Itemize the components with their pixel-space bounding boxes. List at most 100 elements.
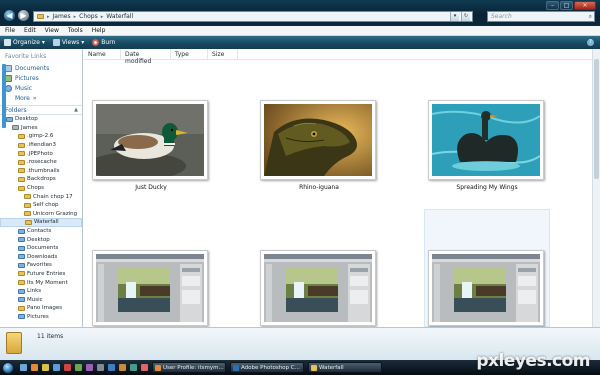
organize-button[interactable]: Organize ▾ xyxy=(4,39,45,46)
tree-item[interactable]: .rosecache xyxy=(0,158,82,167)
tree-item[interactable]: Contacts xyxy=(0,227,82,236)
media-icon[interactable] xyxy=(64,364,71,371)
file-thumbnail-spreading-my-wings[interactable] xyxy=(428,100,544,180)
menu-help[interactable]: Help xyxy=(92,27,106,34)
app-icon[interactable] xyxy=(97,364,104,371)
file-caption[interactable]: Just Ducky xyxy=(76,184,226,191)
tree-item[interactable]: Downloads xyxy=(0,253,82,262)
explorer-icon[interactable] xyxy=(42,364,49,371)
close-button[interactable]: ✕ xyxy=(574,1,596,10)
search-input[interactable]: Search ⌕ xyxy=(487,11,595,22)
internet-explorer-icon[interactable] xyxy=(53,364,60,371)
file-caption[interactable]: Spreading My Wings xyxy=(412,184,562,191)
tree-item[interactable]: Links xyxy=(0,287,82,296)
column-size[interactable]: Size xyxy=(208,49,238,59)
favorite-more[interactable]: More » xyxy=(0,93,82,103)
chevron-up-icon: ▲ xyxy=(74,107,78,113)
search-icon[interactable]: ⌕ xyxy=(589,12,592,21)
tree-item[interactable]: Pano Images xyxy=(0,304,82,313)
screenshot-image xyxy=(96,254,204,322)
taskbar-item-user-profile[interactable]: User Profile: itsmym... xyxy=(152,362,226,373)
folder-icon xyxy=(18,133,25,139)
taskbar-item-photoshop[interactable]: Adobe Photoshop C... xyxy=(230,362,304,373)
breadcrumb-waterfall[interactable]: Waterfall xyxy=(106,13,133,20)
chevron-right-icon: ▸ xyxy=(47,13,50,20)
favorite-pictures[interactable]: Pictures xyxy=(0,73,82,83)
tree-item[interactable]: Waterfall xyxy=(0,218,82,227)
menu-edit[interactable]: Edit xyxy=(24,27,36,34)
photoshop-icon xyxy=(233,364,239,371)
address-dropdown-icon[interactable]: ▾ xyxy=(450,12,459,21)
refresh-icon[interactable]: ↻ xyxy=(461,12,470,21)
address-bar[interactable]: ▸ James ▸ Chops ▸ Waterfall ▾ ↻ xyxy=(33,11,473,22)
tree-item-label: Music xyxy=(27,296,43,303)
maximize-button[interactable]: □ xyxy=(560,1,573,10)
tree-item[interactable]: Music xyxy=(0,295,82,304)
breadcrumb-chops[interactable]: Chops xyxy=(79,13,98,20)
views-button[interactable]: Views ▾ xyxy=(52,39,85,46)
app-icon[interactable] xyxy=(130,364,137,371)
file-thumbnail-just-ducky[interactable] xyxy=(92,100,208,180)
favorite-documents[interactable]: Documents xyxy=(0,63,82,73)
help-icon[interactable]: ? xyxy=(587,39,594,46)
app-icon[interactable] xyxy=(86,364,93,371)
file-thumbnail-screenshot[interactable] xyxy=(428,250,544,326)
favorite-links-heading: Favorite Links xyxy=(5,53,47,60)
vertical-scrollbar[interactable] xyxy=(592,49,600,327)
app-icon[interactable] xyxy=(75,364,82,371)
folder-icon xyxy=(18,288,25,294)
chevron-down-icon: ▾ xyxy=(81,39,85,46)
tree-item[interactable]: Unicorn Grazing xyxy=(0,210,82,219)
file-thumbnail-screenshot[interactable] xyxy=(92,250,208,326)
file-caption[interactable]: Rhino-iguana xyxy=(244,184,394,191)
app-icon[interactable] xyxy=(119,364,126,371)
tree-item[interactable]: Documents xyxy=(0,244,82,253)
menu-tools[interactable]: Tools xyxy=(68,27,83,34)
burn-button[interactable]: Burn xyxy=(92,39,115,46)
tree-item[interactable]: .ifiendian3 xyxy=(0,141,82,150)
tree-item[interactable]: Chain chop 17 xyxy=(0,192,82,201)
firefox-icon[interactable] xyxy=(31,364,38,371)
favorite-music[interactable]: Music xyxy=(0,83,82,93)
iguana-image xyxy=(264,104,372,176)
views-label: Views xyxy=(61,39,80,46)
tree-item[interactable]: Desktop xyxy=(0,235,82,244)
menu-view[interactable]: View xyxy=(45,27,59,34)
tree-item[interactable]: Desktop xyxy=(0,115,82,124)
start-button[interactable] xyxy=(2,361,14,374)
more-label: More xyxy=(15,94,30,102)
folder-tree: Desktop James .gimp-2.6 .ifiendian3 .JPEPhot… xyxy=(0,115,82,321)
tree-item[interactable]: Backdrops xyxy=(0,175,82,184)
folder-icon xyxy=(18,271,25,277)
app-icon[interactable] xyxy=(108,364,115,371)
tree-item[interactable]: Favorites xyxy=(0,261,82,270)
tree-item[interactable]: .gimp-2.6 xyxy=(0,132,82,141)
file-thumbnail-rhino-iguana[interactable] xyxy=(260,100,376,180)
scrollbar-thumb[interactable] xyxy=(594,59,599,179)
forward-button[interactable]: ▶ xyxy=(17,9,30,22)
column-date-modified[interactable]: Date modified xyxy=(121,49,171,65)
column-name[interactable]: Name xyxy=(84,49,121,59)
tree-item[interactable]: Its My Moment xyxy=(0,278,82,287)
menu-file[interactable]: File xyxy=(5,27,15,34)
taskbar-item-waterfall[interactable]: Waterfall xyxy=(308,362,382,373)
file-thumbnail-screenshot[interactable] xyxy=(260,250,376,326)
back-button[interactable]: ◀ xyxy=(3,9,16,22)
folders-header[interactable]: Folders ▲ xyxy=(0,105,82,115)
tree-item[interactable]: Future Entries xyxy=(0,270,82,279)
tree-item[interactable]: Pictures xyxy=(0,313,82,322)
tree-item[interactable]: .JPEPhoto xyxy=(0,149,82,158)
organize-label: Organize xyxy=(13,39,40,46)
column-type[interactable]: Type xyxy=(171,49,208,59)
double-chevron-icon: » xyxy=(32,94,37,102)
minimize-button[interactable]: – xyxy=(546,1,559,10)
folder-icon xyxy=(37,14,44,19)
column-headers: Name Date modified Type Size xyxy=(84,49,600,65)
show-desktop-icon[interactable] xyxy=(20,364,27,371)
breadcrumb-james[interactable]: James xyxy=(53,13,71,20)
tree-item[interactable]: Chops xyxy=(0,184,82,193)
app-icon[interactable] xyxy=(141,364,148,371)
tree-item[interactable]: Self chop xyxy=(0,201,82,210)
tree-item[interactable]: James xyxy=(0,124,82,133)
tree-item[interactable]: .thumbnails xyxy=(0,167,82,176)
